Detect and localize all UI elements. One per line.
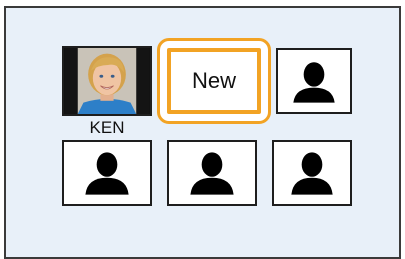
new-slot-frame: New — [167, 48, 261, 114]
registered-face-thumbnail[interactable] — [62, 46, 152, 116]
person-silhouette-icon — [293, 62, 335, 103]
new-slot-label: New — [191, 68, 236, 93]
face-recognition-screen: KEN New — [4, 6, 401, 259]
empty-face-slot[interactable] — [62, 140, 152, 206]
face-photo — [64, 48, 150, 114]
empty-face-slot[interactable] — [167, 140, 257, 206]
person-silhouette-icon — [85, 152, 129, 195]
person-silhouette-icon — [190, 152, 234, 195]
new-registration-slot[interactable]: New — [157, 38, 271, 124]
person-silhouette-icon — [291, 152, 333, 195]
empty-face-slot[interactable] — [272, 140, 352, 206]
registered-face-name: KEN — [89, 118, 125, 137]
empty-face-slot[interactable] — [276, 48, 352, 114]
